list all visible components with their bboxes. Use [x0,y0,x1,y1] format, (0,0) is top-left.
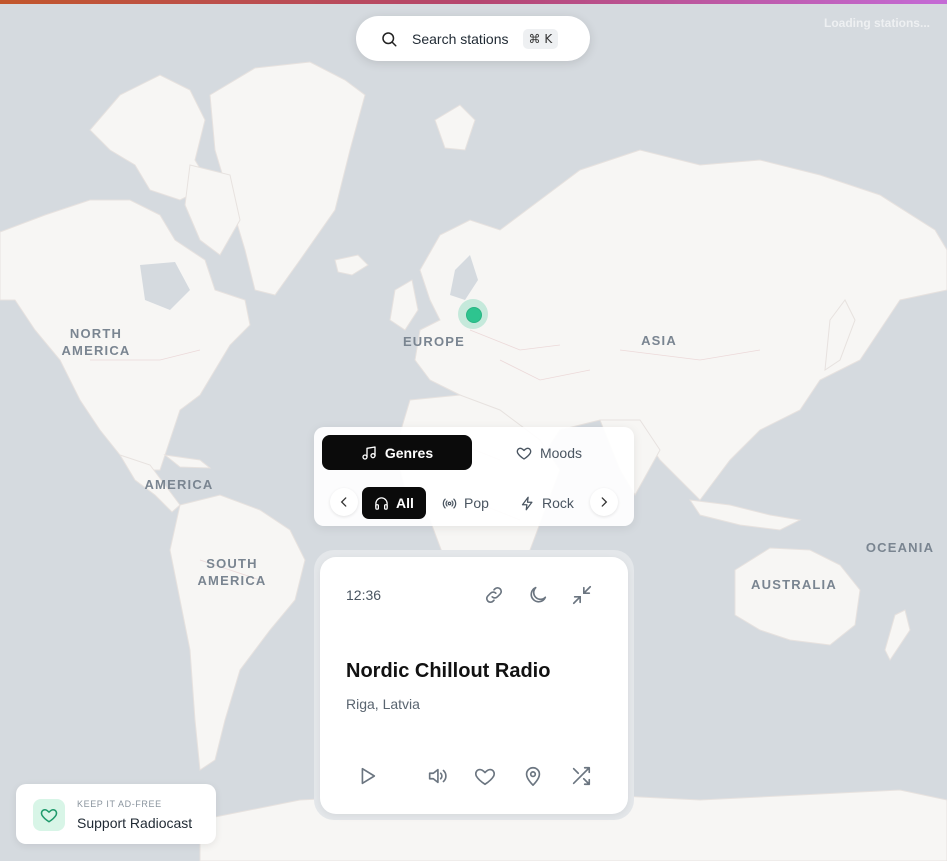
land-south-america [169,494,306,771]
volume-icon [428,768,447,784]
search-icon [380,30,398,48]
chip-pop-label: Pop [464,495,489,511]
station-marker[interactable] [466,307,482,323]
continent-label-oceania: OCEANIA [865,540,935,555]
music-note-icon [362,445,376,460]
play-icon [361,767,376,785]
continent-label-australia: AUSTRALIA [751,577,837,592]
land-indonesia [688,499,802,531]
chip-all-label: All [396,495,414,511]
favorite-button[interactable] [474,765,496,787]
play-button[interactable] [356,765,378,787]
land-australia [734,547,861,646]
continent-label-asia: ASIA [641,333,677,348]
support-kicker: KEEP IT AD-FREE [77,799,162,809]
land-uk [389,279,419,331]
chips-prev-button[interactable] [330,488,358,516]
minimize-button[interactable] [571,584,593,606]
minimize-icon [572,585,592,605]
shuffle-icon [572,766,591,786]
lightning-icon [521,496,533,510]
land-iceland [334,254,369,276]
chip-all[interactable]: All [362,487,426,519]
support-radiocast-button[interactable]: KEEP IT AD-FREE Support Radiocast [16,784,216,844]
continent-label-north-america: NORTH AMERICA [61,326,131,358]
continent-label-europe: EUROPE [402,334,466,349]
broadcast-icon [442,498,457,508]
heart-icon [475,768,495,786]
station-name: Nordic Chillout Radio [346,660,551,682]
moon-icon [530,586,547,603]
search-label: Search stations [412,30,509,47]
loading-status: Loading stations... [823,16,930,30]
chips-next-button[interactable] [590,488,618,516]
continent-label-america: AMERICA [144,477,214,492]
tab-genres-label: Genres [384,444,434,461]
land-caribbean [163,454,212,469]
player-time: 12:36 [346,587,382,603]
map-pin-icon [525,766,541,786]
sleep-timer-button[interactable] [527,584,549,606]
chip-rock[interactable]: Rock [520,487,574,519]
station-location: Riga, Latvia [346,696,420,712]
chevron-right-icon [601,497,608,507]
chevron-left-icon [340,497,347,507]
player-card: 12:36 Nordic Chillout Radio Riga, Latvia [320,557,628,814]
locate-station-button[interactable] [522,765,544,787]
shuffle-button[interactable] [570,765,592,787]
chip-rock-label: Rock [542,495,574,511]
tab-moods[interactable]: Moods [474,435,624,470]
heart-icon [516,447,532,460]
search-shortcut: ⌘ K [522,28,559,49]
support-icon-box [33,799,65,831]
headphones-icon [375,496,388,510]
support-title: Support Radiocast [77,815,193,831]
land-svalbard [434,104,476,151]
tab-genres[interactable]: Genres [322,435,472,470]
land-new-zealand [884,609,911,661]
chip-pop[interactable]: Pop [442,487,489,519]
heart-icon [40,809,58,823]
copy-link-button[interactable] [483,584,505,606]
search-stations-button[interactable]: Search stations ⌘ K [356,16,590,61]
link-icon [485,586,503,604]
continent-label-south-america: SOUTH AMERICA [197,556,267,588]
tab-moods-label: Moods [539,444,583,461]
filter-panel: Genres Moods All Pop Rock [314,427,634,526]
volume-button[interactable] [426,765,448,787]
